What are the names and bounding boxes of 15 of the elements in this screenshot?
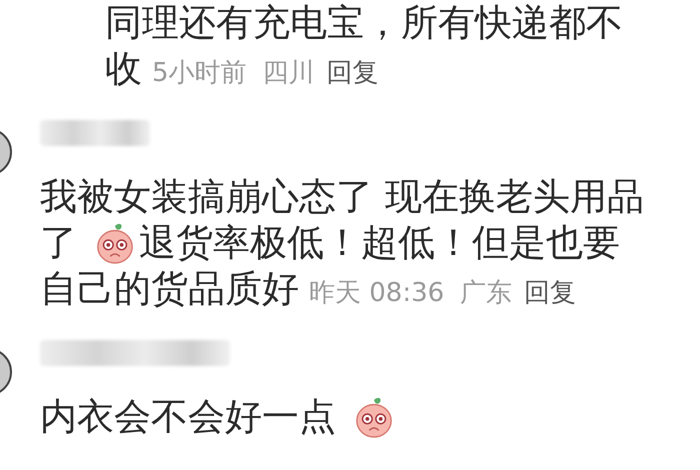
- peach-face-sticker-icon: [95, 222, 135, 264]
- comment-text: 我被女装搞崩心态了 现在换老头用品: [40, 175, 644, 219]
- peach-face-sticker-icon: [354, 396, 394, 438]
- comment-text: 内衣会不会好一点: [40, 395, 336, 439]
- comment-region: 四川: [262, 56, 315, 90]
- comment-region: 广东: [460, 276, 512, 310]
- reply-link[interactable]: 回复: [524, 274, 576, 310]
- comment-text: 了: [40, 221, 77, 265]
- comment-text: 同理还有充电宝，所有快递都不: [105, 1, 623, 45]
- comment-text: 自己的货品质好: [40, 267, 299, 311]
- comment-text: 收: [105, 47, 142, 91]
- comment-time: 昨天 08:36: [309, 276, 444, 310]
- comment-time: 5小时前: [152, 56, 247, 90]
- reply-link[interactable]: 回复: [326, 54, 379, 90]
- comment-text: 退货率极低！超低！但是也要: [139, 221, 620, 265]
